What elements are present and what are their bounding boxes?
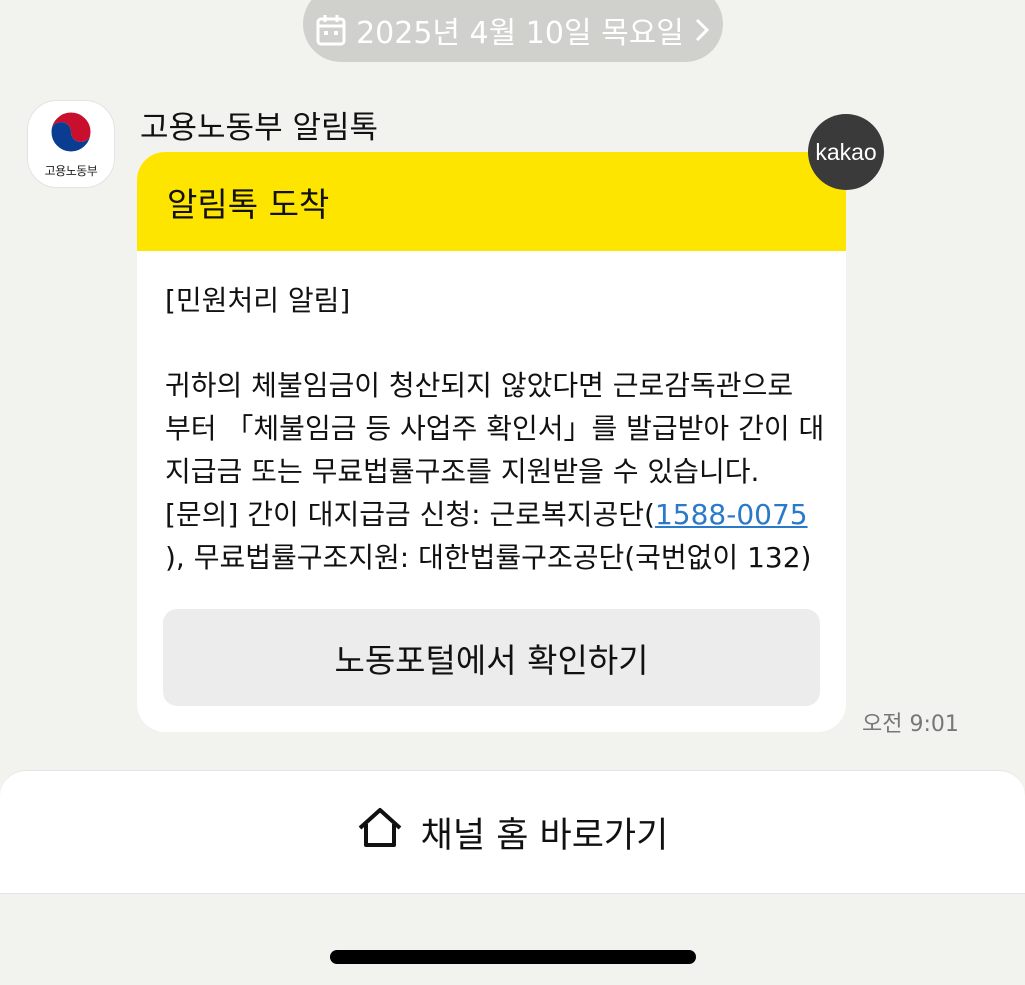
inquiry-suffix: ), 무료법률구조지원: 대한법률구조공단(국번없이 132) xyxy=(165,541,812,574)
message-bubble: 알림톡 도착 [민원처리 알림] 귀하의 체불임금이 청산되지 않았다면 근로감… xyxy=(137,152,846,732)
message-line: 지급금 또는 무료법률구조를 지원받을 수 있습니다. xyxy=(165,455,760,488)
sender-avatar[interactable]: 고용노동부 xyxy=(27,100,115,188)
home-indicator[interactable] xyxy=(330,950,696,964)
home-icon xyxy=(357,807,403,858)
message-header-title: 알림톡 도착 xyxy=(167,184,330,224)
message-body: [민원처리 알림] 귀하의 체불임금이 청산되지 않았다면 근로감독관으로 부터… xyxy=(137,251,846,579)
channel-home-label: 채널 홈 바로가기 xyxy=(420,815,669,856)
labor-portal-button[interactable]: 노동포털에서 확인하기 xyxy=(163,609,820,706)
message-line: 부터 「체불임금 등 사업주 확인서」를 발급받아 간이 대 xyxy=(165,412,825,445)
date-separator[interactable]: 2025년 4월 10일 목요일 xyxy=(303,0,723,62)
avatar-label: 고용노동부 xyxy=(44,163,98,178)
sender-name: 고용노동부 알림톡 xyxy=(140,110,379,146)
channel-home-button[interactable]: 채널 홈 바로가기 xyxy=(0,770,1025,894)
calendar-icon xyxy=(316,14,346,46)
government-emblem-icon xyxy=(49,110,93,158)
message-header: 알림톡 도착 xyxy=(137,152,846,251)
message-timestamp: 오전 9:01 xyxy=(862,712,959,737)
inquiry-prefix: [문의] 간이 대지급금 신청: 근로복지공단( xyxy=(165,498,655,531)
kakao-badge-label: kakao xyxy=(815,138,877,165)
notice-title: [민원처리 알림] xyxy=(165,284,351,317)
chevron-right-icon xyxy=(694,17,710,43)
inquiry-line: [문의] 간이 대지급금 신청: 근로복지공단(1588-0075 xyxy=(165,493,820,536)
phone-link[interactable]: 1588-0075 xyxy=(655,498,808,531)
message-line: 귀하의 체불임금이 청산되지 않았다면 근로감독관으로 xyxy=(165,369,794,402)
date-text: 2025년 4월 10일 목요일 xyxy=(356,16,684,51)
kakao-badge: kakao xyxy=(808,114,884,190)
labor-portal-button-label: 노동포털에서 확인하기 xyxy=(334,640,649,680)
